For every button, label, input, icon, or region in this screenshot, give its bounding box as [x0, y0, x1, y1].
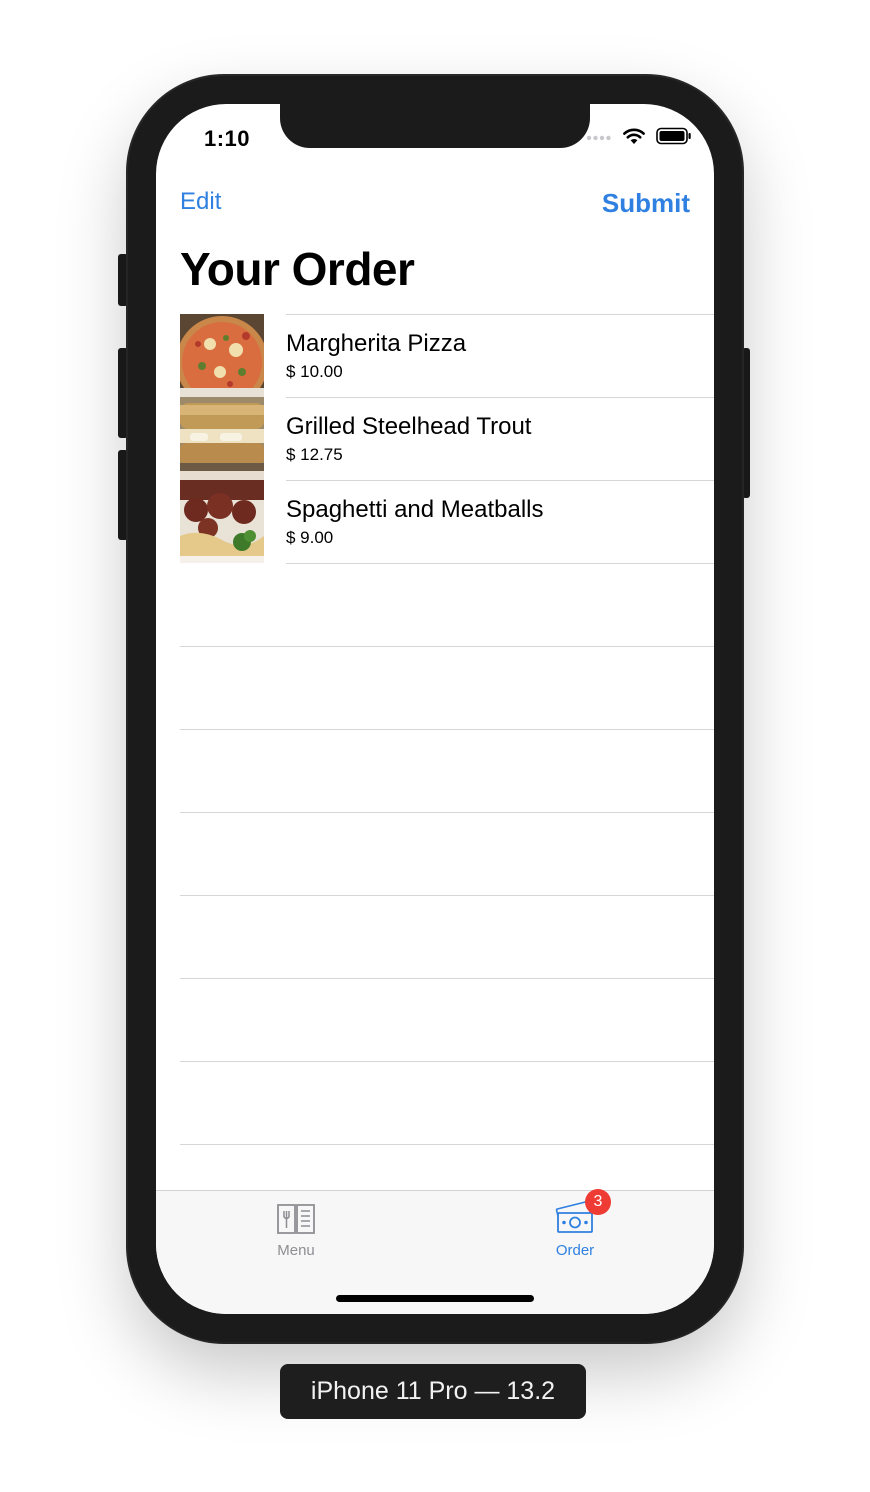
order-list[interactable]: Margherita Pizza $ 10.00 Grilled Steelhe… — [156, 314, 714, 1310]
cellular-signal-icon — [586, 129, 612, 147]
phone-screen: 1:10 Edit Submit Your Order Margherita P… — [156, 104, 714, 1314]
row-separator — [180, 1061, 714, 1062]
item-price: $ 10.00 — [286, 362, 343, 381]
row-separator — [286, 563, 714, 564]
empty-row — [156, 895, 714, 978]
power-button — [742, 348, 750, 498]
order-item-row[interactable]: Margherita Pizza $ 10.00 — [156, 314, 714, 397]
pizza-image — [180, 314, 264, 397]
row-separator — [286, 480, 714, 481]
money-icon: 3 — [555, 1189, 611, 1240]
empty-row — [156, 812, 714, 895]
menu-book-icon — [276, 1204, 316, 1239]
item-price: $ 12.75 — [286, 445, 343, 464]
row-separator — [180, 978, 714, 979]
tab-order[interactable]: 3 Order — [515, 1189, 635, 1259]
item-name: Spaghetti and Meatballs — [286, 496, 544, 523]
tab-order-label: Order — [555, 1242, 595, 1259]
status-time: 1:10 — [204, 126, 251, 151]
row-separator — [286, 314, 714, 315]
row-separator — [286, 397, 714, 398]
row-separator — [180, 646, 714, 647]
page-title: Your Order — [180, 243, 415, 295]
device-label: iPhone 11 Pro — 13.2 — [280, 1364, 586, 1419]
sandwich-image — [180, 397, 264, 480]
submit-button[interactable]: Submit — [602, 188, 690, 219]
tab-menu[interactable]: Menu — [236, 1201, 356, 1259]
item-name: Grilled Steelhead Trout — [286, 413, 532, 440]
tab-menu-label: Menu — [277, 1242, 315, 1259]
spaghetti-image — [180, 480, 264, 563]
empty-row — [156, 1061, 714, 1144]
mute-switch — [118, 254, 128, 306]
empty-row — [156, 646, 714, 729]
edit-button[interactable]: Edit — [180, 188, 221, 216]
empty-row — [156, 563, 714, 646]
volume-down-button — [118, 450, 128, 540]
order-item-row[interactable]: Grilled Steelhead Trout $ 12.75 — [156, 397, 714, 480]
volume-up-button — [118, 348, 128, 438]
item-price: $ 9.00 — [286, 528, 334, 547]
row-separator — [180, 1144, 714, 1145]
phone-frame: 1:10 Edit Submit Your Order Margherita P… — [128, 76, 742, 1342]
home-indicator[interactable] — [336, 1295, 534, 1302]
order-item-row[interactable]: Spaghetti and Meatballs $ 9.00 — [156, 480, 714, 563]
simulator-stage: 1:10 Edit Submit Your Order Margherita P… — [0, 0, 870, 1492]
item-name: Margherita Pizza — [286, 330, 467, 357]
notch — [280, 104, 590, 148]
row-separator — [180, 729, 714, 730]
empty-row — [156, 978, 714, 1061]
row-separator — [180, 895, 714, 896]
status-icons — [586, 126, 692, 150]
wifi-icon — [622, 127, 646, 150]
battery-icon — [656, 127, 692, 150]
order-badge: 3 — [585, 1189, 611, 1215]
row-separator — [180, 812, 714, 813]
empty-row — [156, 729, 714, 812]
